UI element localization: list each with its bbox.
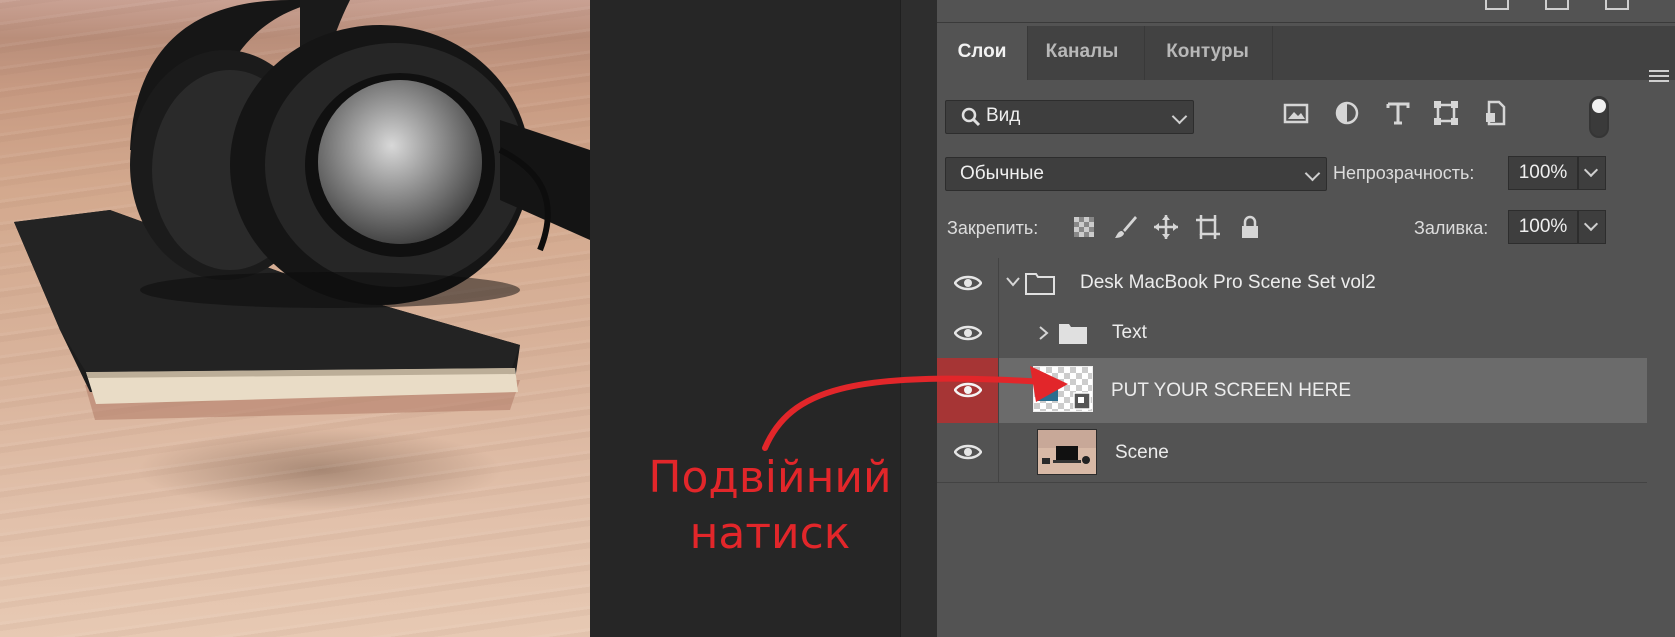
layer-name: Text <box>1112 322 1147 343</box>
layer-row-selected[interactable]: PUT YOUR SCREEN HERE <box>937 358 1647 424</box>
lock-label: Закрепить: <box>947 218 1039 238</box>
search-icon <box>961 107 981 127</box>
layer-name: Desk MacBook Pro Scene Set vol2 <box>1080 272 1376 293</box>
eye-icon[interactable] <box>954 381 982 399</box>
panel-top-icon[interactable] <box>1605 0 1629 10</box>
folder-icon <box>1059 324 1087 344</box>
opacity-dropdown[interactable] <box>1578 156 1606 190</box>
chevron-right-icon[interactable] <box>1038 325 1050 341</box>
chevron-down-icon <box>1583 216 1599 232</box>
visibility-cell[interactable] <box>937 423 999 482</box>
panel-tabs: Слои Каналы Контуры <box>937 26 1675 82</box>
lock-transparent-icon[interactable] <box>1071 214 1097 240</box>
blend-mode-value: Обычные <box>960 163 1044 184</box>
blend-mode-select[interactable]: Обычные <box>945 157 1327 191</box>
chevron-down-icon[interactable] <box>1005 276 1021 288</box>
chevron-down-icon <box>1171 108 1188 125</box>
image-filter-icon[interactable] <box>1283 100 1309 126</box>
visibility-cell[interactable] <box>937 309 999 358</box>
tab-paths[interactable]: Контуры <box>1145 26 1270 80</box>
layer-row[interactable]: Scene <box>937 423 1647 483</box>
type-filter-icon[interactable] <box>1385 100 1411 126</box>
lock-position-move-icon[interactable] <box>1153 214 1179 240</box>
visibility-cell[interactable] <box>937 358 999 423</box>
fill-dropdown[interactable] <box>1578 210 1606 244</box>
layer-name: Scene <box>1115 442 1169 463</box>
visibility-cell[interactable] <box>937 258 999 309</box>
layer-name: PUT YOUR SCREEN HERE <box>1111 380 1352 401</box>
folder-icon <box>1025 273 1055 295</box>
panel-top-icon[interactable] <box>1485 0 1509 10</box>
filter-kind-select[interactable]: Вид <box>945 100 1194 134</box>
chevron-down-icon <box>1304 165 1321 182</box>
headphones-photo <box>14 0 590 420</box>
eye-icon[interactable] <box>954 324 982 342</box>
smart-object-thumbnail[interactable] <box>1033 366 1093 412</box>
tab-separator <box>1272 26 1273 80</box>
layers-panel: Слои Каналы Контуры Вид Обычные Непрозра… <box>937 0 1675 637</box>
eye-icon[interactable] <box>954 443 982 461</box>
tab-layers[interactable]: Слои <box>937 26 1027 80</box>
annotation-text: Подвійний натиск <box>640 450 900 562</box>
annotation-line-1: Подвійний <box>648 452 892 503</box>
scene-thumbnail[interactable] <box>1037 429 1097 475</box>
shape-filter-icon[interactable] <box>1433 100 1459 126</box>
layer-row[interactable]: Text <box>937 309 1647 359</box>
panel-divider <box>900 0 938 637</box>
adjustment-filter-icon[interactable] <box>1334 100 1360 126</box>
lock-pixels-brush-icon[interactable] <box>1113 214 1139 240</box>
filter-kind-label: Вид <box>986 105 1021 126</box>
opacity-input[interactable]: 100% <box>1508 156 1578 190</box>
fill-label: Заливка: <box>1414 218 1489 238</box>
panel-top-icon[interactable] <box>1545 0 1569 10</box>
filter-toggle[interactable] <box>1589 96 1609 138</box>
annotation-line-2: натиск <box>689 508 851 559</box>
chevron-down-icon <box>1583 162 1599 178</box>
layer-row[interactable]: Desk MacBook Pro Scene Set vol2 <box>937 258 1647 310</box>
fill-input[interactable]: 100% <box>1508 210 1578 244</box>
lock-artboard-icon[interactable] <box>1195 214 1221 240</box>
opacity-label: Непрозрачность: <box>1333 163 1475 183</box>
eye-icon[interactable] <box>954 274 982 292</box>
canvas-photo <box>0 0 590 637</box>
panel-menu-icon[interactable] <box>1649 70 1669 84</box>
lock-all-icon[interactable] <box>1237 214 1263 240</box>
panel-top-strip <box>937 0 1675 23</box>
tab-channels[interactable]: Каналы <box>1028 26 1136 80</box>
smart-object-filter-icon[interactable] <box>1482 100 1508 126</box>
